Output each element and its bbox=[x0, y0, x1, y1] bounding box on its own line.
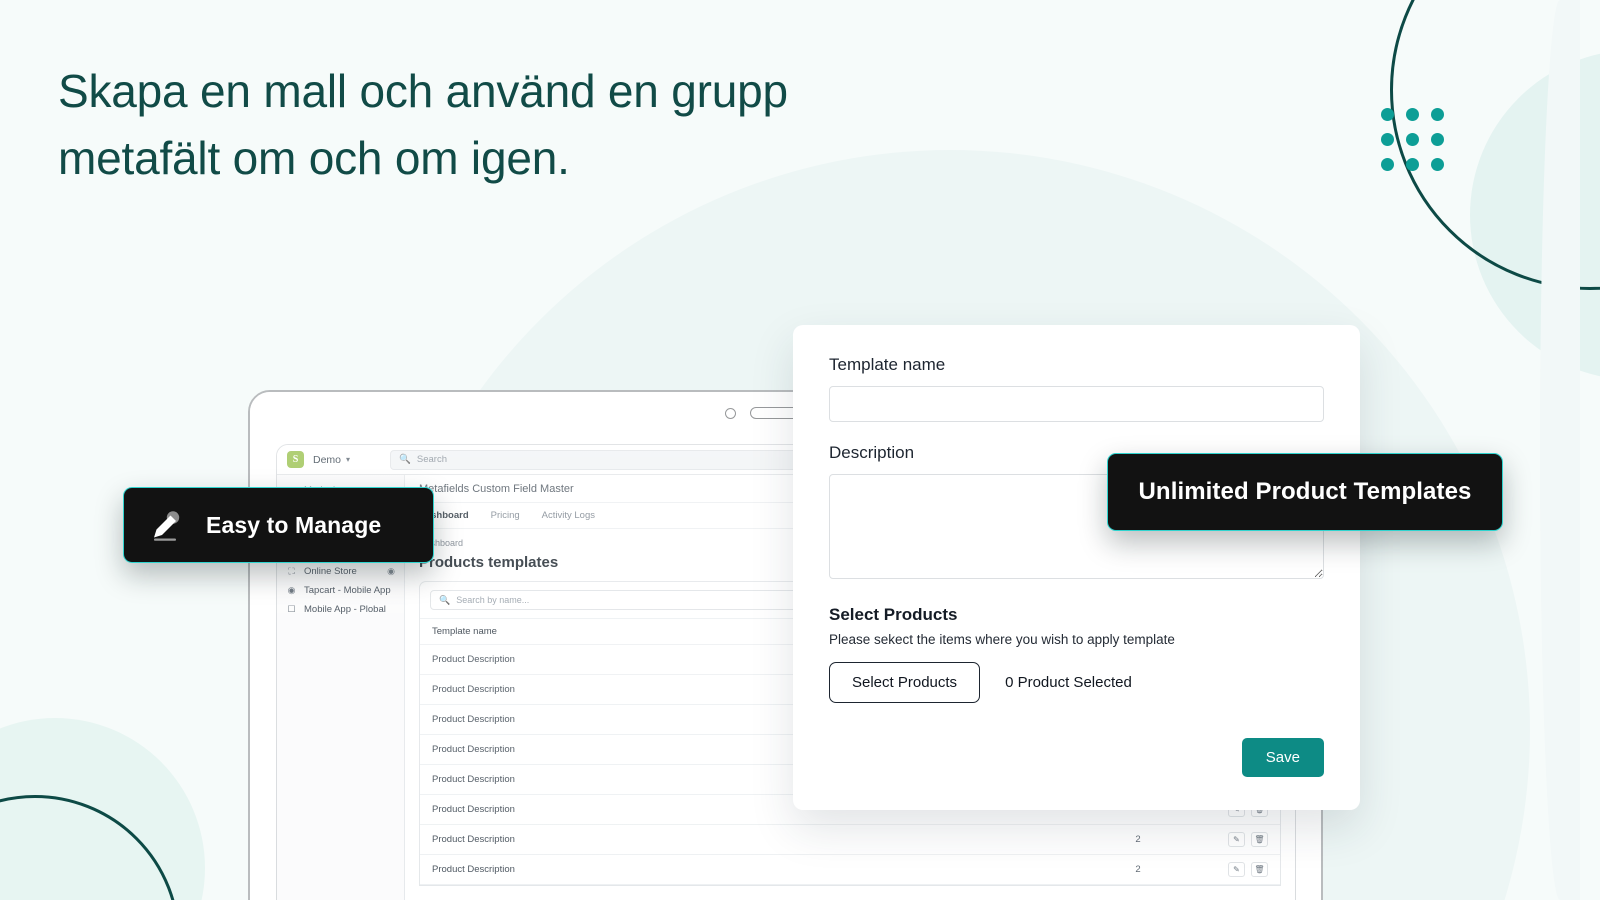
easy-to-manage-badge: Easy to Manage bbox=[123, 487, 434, 563]
cell-actions: ✎🗑 bbox=[1198, 832, 1268, 847]
eye-icon[interactable]: ◉ bbox=[387, 566, 395, 577]
storefront-icon: ⛶ bbox=[288, 566, 295, 576]
selected-count-text: 0 Product Selected bbox=[1005, 674, 1132, 691]
store-name[interactable]: Demo bbox=[313, 454, 341, 466]
table-row: Product Description 2 ✎ 🗑 bbox=[420, 825, 1280, 855]
search-icon: 🔍 bbox=[439, 594, 451, 605]
sidebar-item-label: Mobile App - Plobal bbox=[304, 604, 386, 615]
cell-actions: ✎🗑 bbox=[1198, 862, 1268, 877]
select-products-button[interactable]: Select Products bbox=[829, 662, 981, 703]
search-icon: 🔍 bbox=[399, 454, 411, 465]
dot bbox=[1431, 133, 1444, 146]
global-search-input[interactable]: 🔍 Search bbox=[390, 449, 811, 470]
save-button[interactable]: Save bbox=[1241, 738, 1324, 777]
sidebar-item-tapcart[interactable]: ◉ Tapcart - Mobile App bbox=[277, 581, 404, 600]
dot bbox=[1381, 133, 1394, 146]
mint-circle-top-right bbox=[1470, 50, 1600, 380]
dot bbox=[1381, 158, 1394, 171]
chevron-down-icon[interactable]: ▾ bbox=[346, 455, 350, 464]
dot bbox=[1431, 108, 1444, 121]
global-search-placeholder: Search bbox=[416, 454, 447, 465]
outline-circle-bottom-left bbox=[0, 795, 180, 900]
table-search-placeholder: Search by name... bbox=[456, 595, 530, 605]
dot bbox=[1406, 133, 1419, 146]
cell-product-count: 2 bbox=[1135, 834, 1141, 845]
cell-template-name: Product Description bbox=[432, 834, 515, 845]
select-products-title: Select Products bbox=[829, 605, 958, 624]
pencil-icon[interactable]: ✎ bbox=[1228, 832, 1245, 847]
table-row: Product Description 2 ✎ 🗑 bbox=[420, 855, 1280, 885]
sidebar-item-label: Online Store bbox=[304, 566, 357, 577]
dot bbox=[1381, 108, 1394, 121]
camera-icon bbox=[725, 407, 736, 419]
tab-activity-logs[interactable]: Activity Logs bbox=[542, 510, 595, 521]
cell-template-name: Product Description bbox=[432, 864, 515, 875]
pencil-icon[interactable]: ✎ bbox=[1228, 862, 1245, 877]
right-edge-strip bbox=[1540, 0, 1580, 900]
dot bbox=[1431, 158, 1444, 171]
tab-pricing[interactable]: Pricing bbox=[491, 510, 520, 521]
sidebar-item-plobal[interactable]: ☐ Mobile App - Plobal bbox=[277, 600, 404, 619]
unlimited-templates-label: Unlimited Product Templates bbox=[1138, 478, 1472, 505]
page-headline: Skapa en mall och använd en grupp metafä… bbox=[58, 65, 788, 184]
unlimited-templates-badge: Unlimited Product Templates bbox=[1107, 453, 1503, 531]
mobile-icon: ☐ bbox=[287, 604, 296, 614]
trash-icon[interactable]: 🗑 bbox=[1251, 832, 1268, 847]
trash-icon[interactable]: 🗑 bbox=[1251, 862, 1268, 877]
create-template-modal: Template name Description Select Product… bbox=[793, 325, 1360, 810]
dot bbox=[1406, 158, 1419, 171]
modal-footer: Save bbox=[829, 738, 1324, 777]
spiral-icon: ◉ bbox=[287, 585, 296, 595]
product-picker-row: Select Products 0 Product Selected bbox=[829, 662, 1324, 703]
shopify-logo-icon: S bbox=[287, 451, 304, 468]
sidebar-item-online-store[interactable]: ⛶ Online Store ◉ bbox=[277, 562, 404, 581]
mint-circle-bottom-left bbox=[0, 718, 205, 900]
cell-product-count: 2 bbox=[1135, 864, 1141, 875]
template-name-label: Template name bbox=[829, 355, 946, 374]
template-name-input[interactable] bbox=[829, 386, 1324, 422]
dot bbox=[1406, 108, 1419, 121]
promo-banner: Skapa en mall och använd en grupp metafä… bbox=[0, 0, 1600, 900]
easy-to-manage-label: Easy to Manage bbox=[206, 511, 382, 538]
pen-icon bbox=[154, 511, 180, 541]
select-products-subtitle: Please sekect the items where you wish t… bbox=[829, 632, 1175, 647]
dot-grid-decoration bbox=[1381, 108, 1456, 183]
sidebar-item-label: Tapcart - Mobile App bbox=[304, 585, 391, 596]
